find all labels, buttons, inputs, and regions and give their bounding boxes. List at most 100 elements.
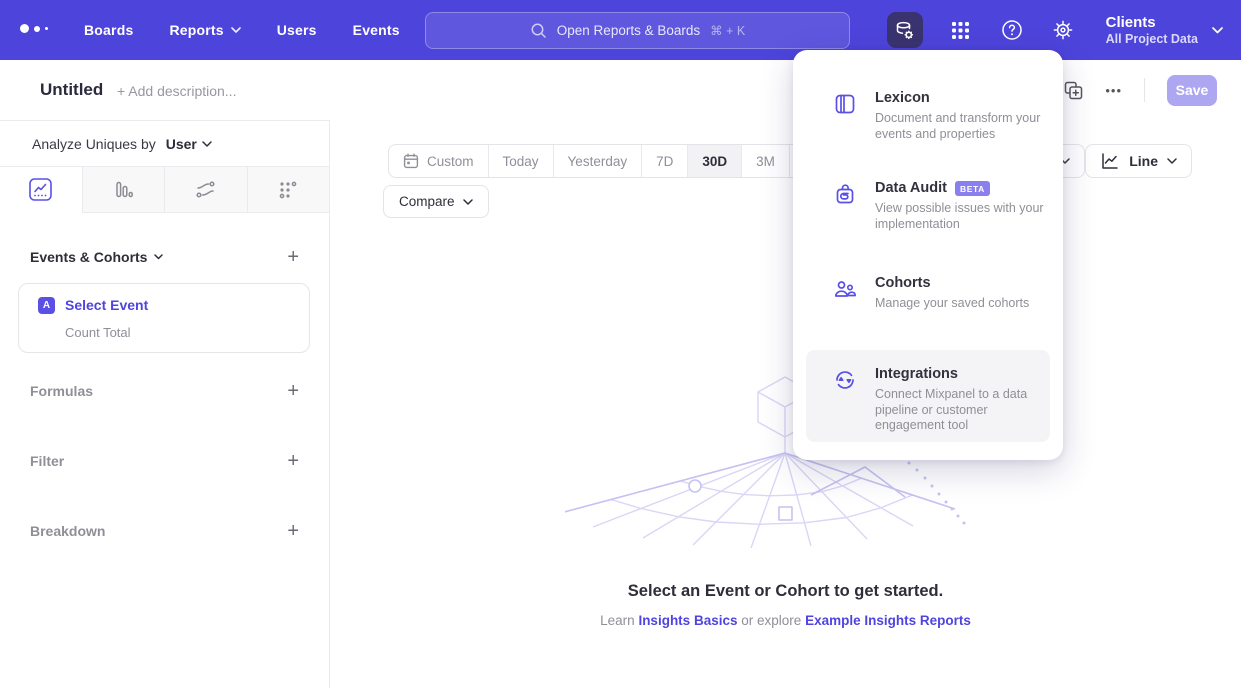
duplicate-report-button[interactable]: [1064, 81, 1083, 100]
beta-badge: BETA: [955, 181, 990, 196]
search-input[interactable]: Open Reports & Boards ⌘ + K: [425, 12, 850, 49]
project-switcher[interactable]: Clients All Project Data: [1106, 14, 1223, 47]
mixpanel-insights-page: Boards Reports Users Events Open Reports…: [0, 0, 1241, 688]
event-card[interactable]: A Select Event Count Total: [18, 283, 310, 353]
tab-flow-chart[interactable]: [164, 167, 247, 213]
analyze-label: Analyze Uniques by: [32, 136, 156, 152]
empty-state-prefix: Learn: [600, 613, 635, 628]
save-button[interactable]: Save: [1167, 75, 1217, 106]
tab-line-chart[interactable]: [0, 167, 82, 213]
logo-dot: [34, 26, 40, 32]
compare-label: Compare: [399, 194, 455, 209]
menu-item-data-audit[interactable]: Data Audit BETA View possible issues wit…: [833, 180, 1051, 232]
help-button[interactable]: [999, 12, 1025, 48]
formulas-row: Formulas +: [0, 377, 329, 405]
gear-icon: [1052, 19, 1074, 41]
primary-nav: Boards Reports Users Events: [84, 0, 400, 60]
nav-users[interactable]: Users: [277, 22, 317, 38]
menu-item-cohorts[interactable]: Cohorts Manage your saved cohorts: [833, 275, 1051, 312]
visualization-tabs: [0, 167, 329, 213]
question-circle-icon: [1001, 19, 1023, 41]
report-canvas: Custom Today Yesterday 7D 30D 3M 6M Comp…: [330, 120, 1241, 688]
events-cohorts-header[interactable]: Events & Cohorts: [30, 249, 163, 265]
insights-basics-link[interactable]: Insights Basics: [638, 613, 737, 628]
empty-state-title: Select an Event or Cohort to get started…: [330, 582, 1241, 601]
line-chart-icon: [1100, 151, 1120, 171]
date-range-7d[interactable]: 7D: [641, 145, 687, 177]
line-chart-icon: [29, 178, 52, 201]
cohorts-people-icon: [833, 277, 857, 301]
menu-item-description: Document and transform your events and p…: [875, 111, 1051, 142]
settings-gear-button[interactable]: [1050, 12, 1076, 48]
date-range-yesterday[interactable]: Yesterday: [553, 145, 642, 177]
bar-chart-icon: [113, 179, 134, 200]
mixpanel-logo[interactable]: [20, 24, 48, 33]
chevron-down-icon: [231, 27, 241, 33]
duplicate-icon: [1064, 81, 1083, 100]
add-breakdown-button[interactable]: +: [287, 521, 299, 541]
chart-type-selector[interactable]: Line: [1085, 144, 1192, 178]
tab-metrics[interactable]: [247, 167, 330, 213]
chart-type-label: Line: [1129, 153, 1158, 169]
nav-reports-label: Reports: [169, 22, 223, 38]
menu-item-description: Connect Mixpanel to a data pipeline or c…: [875, 387, 1051, 434]
date-range-today[interactable]: Today: [488, 145, 553, 177]
report-header-actions: ••• Save: [1064, 60, 1217, 120]
nav-boards[interactable]: Boards: [84, 22, 133, 38]
analyze-uniques-row: Analyze Uniques by User: [0, 121, 329, 167]
data-management-button[interactable]: [887, 12, 923, 48]
report-title[interactable]: Untitled: [40, 80, 103, 100]
count-total-label[interactable]: Count Total: [65, 325, 131, 340]
breakdown-row: Breakdown +: [0, 517, 329, 545]
empty-state-middle: or explore: [741, 613, 801, 628]
chevron-down-icon: [154, 254, 163, 260]
events-cohorts-header-row: Events & Cohorts +: [0, 243, 329, 271]
divider: [1144, 78, 1145, 102]
lexicon-book-icon: [833, 92, 857, 116]
menu-item-title: Integrations: [875, 366, 958, 383]
formulas-label: Formulas: [30, 383, 93, 399]
query-builder-panel: Analyze Uniques by User: [0, 120, 330, 688]
tab-bar-chart[interactable]: [82, 167, 165, 213]
analyze-by-selector[interactable]: User: [166, 136, 212, 152]
project-name: Clients: [1106, 14, 1198, 32]
nav-reports[interactable]: Reports: [169, 22, 240, 38]
filter-row: Filter +: [0, 447, 329, 475]
event-series-badge: A: [38, 297, 55, 314]
integrations-sync-icon: [833, 368, 857, 392]
database-gear-icon: [894, 20, 915, 41]
data-management-dropdown: Lexicon Document and transform your even…: [793, 50, 1063, 460]
date-range-custom[interactable]: Custom: [389, 145, 488, 177]
more-options-button[interactable]: •••: [1105, 83, 1122, 98]
add-formula-button[interactable]: +: [287, 381, 299, 401]
menu-item-description: Manage your saved cohorts: [875, 296, 1051, 312]
search-icon: [530, 22, 547, 39]
grid-icon: [951, 21, 970, 40]
logo-dot: [45, 27, 48, 30]
flow-icon: [195, 179, 216, 200]
date-range-control: Custom Today Yesterday 7D 30D 3M 6M: [388, 144, 838, 178]
search-placeholder: Open Reports & Boards: [557, 23, 700, 38]
menu-item-title: Lexicon: [875, 90, 930, 107]
compare-button[interactable]: Compare: [383, 185, 489, 218]
date-range-30d[interactable]: 30D: [687, 145, 741, 177]
menu-item-integrations[interactable]: Integrations Connect Mixpanel to a data …: [833, 366, 1051, 434]
add-filter-button[interactable]: +: [287, 451, 299, 471]
menu-item-title: Cohorts: [875, 275, 931, 292]
date-range-3m[interactable]: 3M: [741, 145, 789, 177]
nav-events[interactable]: Events: [353, 22, 400, 38]
logo-dot: [20, 24, 29, 33]
project-scope: All Project Data: [1106, 32, 1198, 47]
add-description-field[interactable]: + Add description...: [117, 83, 236, 99]
add-event-button[interactable]: +: [287, 247, 299, 267]
menu-item-lexicon[interactable]: Lexicon Document and transform your even…: [833, 90, 1051, 142]
chevron-down-icon: [463, 199, 473, 205]
search-shortcut: ⌘ + K: [710, 23, 745, 38]
metrics-dots-icon: [278, 180, 298, 200]
calendar-icon: [403, 153, 419, 169]
example-reports-link[interactable]: Example Insights Reports: [805, 613, 971, 628]
data-audit-icon: [833, 182, 857, 206]
select-event-label[interactable]: Select Event: [65, 297, 148, 313]
menu-item-description: View possible issues with your implement…: [875, 201, 1051, 232]
apps-grid-button[interactable]: [948, 12, 974, 48]
